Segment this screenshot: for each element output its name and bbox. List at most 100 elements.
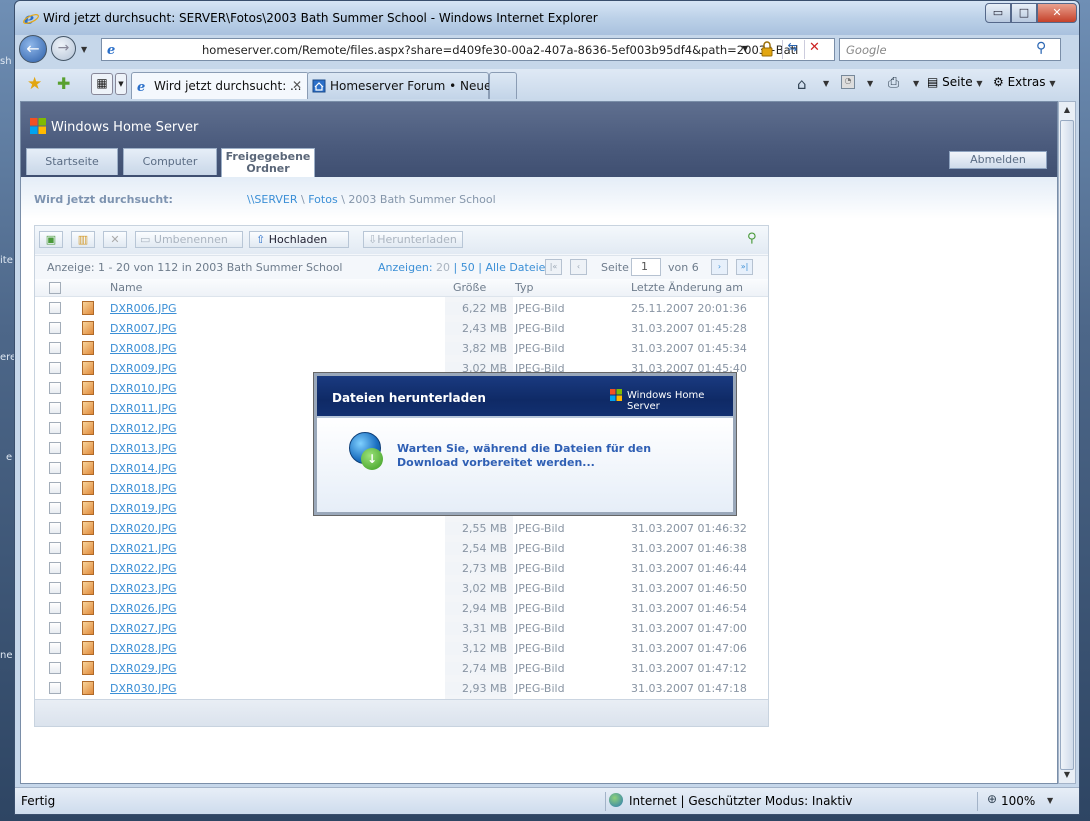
table-row[interactable]: DXR022.JPG 2,73 MB JPEG-Bild 31.03.2007 01:… xyxy=(35,558,768,578)
page-number-input[interactable]: 1 xyxy=(631,258,661,276)
scroll-up-icon[interactable]: ▲ xyxy=(1059,102,1075,118)
breadcrumb-share[interactable]: Fotos xyxy=(308,193,337,206)
file-name-link[interactable]: DXR011.JPG xyxy=(110,402,177,415)
table-row[interactable]: DXR008.JPG 3,82 MB JPEG-Bild 31.03.2007 01:… xyxy=(35,338,768,358)
file-name-link[interactable]: DXR030.JPG xyxy=(110,682,177,695)
row-checkbox[interactable] xyxy=(49,562,61,574)
table-row[interactable]: DXR030.JPG 2,93 MB JPEG-Bild 31.03.2007 01:… xyxy=(35,678,768,698)
vertical-scrollbar[interactable]: ▲ ▼ xyxy=(1058,101,1076,784)
file-name-link[interactable]: DXR023.JPG xyxy=(110,582,177,595)
close-window-button[interactable]: ✕ xyxy=(1037,3,1077,23)
row-checkbox[interactable] xyxy=(49,622,61,634)
feeds-dropdown-icon[interactable]: ▼ xyxy=(867,79,873,88)
table-row[interactable]: DXR006.JPG 6,22 MB JPEG-Bild 25.11.2007 20:… xyxy=(35,298,768,318)
row-checkbox[interactable] xyxy=(49,342,61,354)
file-name-link[interactable]: DXR010.JPG xyxy=(110,382,177,395)
file-name-link[interactable]: DXR012.JPG xyxy=(110,422,177,435)
prev-page-button[interactable]: ‹ xyxy=(570,259,587,275)
row-checkbox[interactable] xyxy=(49,582,61,594)
last-page-button[interactable]: »| xyxy=(736,259,753,275)
file-name-link[interactable]: DXR007.JPG xyxy=(110,322,177,335)
upload-button[interactable]: ⇧ Hochladen xyxy=(249,231,349,248)
address-text[interactable]: homeserver.com/Remote/files.aspx?share=d… xyxy=(202,43,798,57)
file-name-link[interactable]: DXR022.JPG xyxy=(110,562,177,575)
zoom-level[interactable]: 100% xyxy=(1001,794,1035,808)
row-checkbox[interactable] xyxy=(49,642,61,654)
feeds-icon[interactable]: ◔ xyxy=(841,75,855,89)
new-folder-button[interactable]: ▣ xyxy=(39,231,63,248)
search-icon[interactable]: ⚲ xyxy=(1036,40,1046,56)
select-all-checkbox[interactable] xyxy=(49,282,61,294)
row-checkbox[interactable] xyxy=(49,362,61,374)
file-name-link[interactable]: DXR026.JPG xyxy=(110,602,177,615)
address-dropdown-icon[interactable]: ▼ xyxy=(742,44,748,53)
row-checkbox[interactable] xyxy=(49,302,61,314)
file-name-link[interactable]: DXR019.JPG xyxy=(110,502,177,515)
new-tab-button[interactable] xyxy=(489,72,517,99)
page-size-20[interactable]: 20 xyxy=(436,261,450,274)
page-menu[interactable]: ▤ Seite ▼ xyxy=(927,75,983,89)
print-dropdown-icon[interactable]: ▼ xyxy=(913,79,919,88)
search-files-icon[interactable]: ⚲ xyxy=(747,231,757,246)
print-icon[interactable]: ⎙ xyxy=(888,75,899,91)
table-row[interactable]: DXR028.JPG 3,12 MB JPEG-Bild 31.03.2007 01:… xyxy=(35,638,768,658)
file-name-link[interactable]: DXR009.JPG xyxy=(110,362,177,375)
table-row[interactable]: DXR021.JPG 2,54 MB JPEG-Bild 31.03.2007 01:… xyxy=(35,538,768,558)
stop-icon[interactable]: ✕ xyxy=(804,40,824,59)
address-bar[interactable]: e homeserver.com/Remote/files.aspx?share… xyxy=(101,38,835,61)
tools-menu[interactable]: ⚙ Extras ▼ xyxy=(993,75,1056,89)
row-checkbox[interactable] xyxy=(49,402,61,414)
row-checkbox[interactable] xyxy=(49,522,61,534)
tab-shared-folders[interactable]: Freigegebene Ordner xyxy=(221,148,315,177)
column-type[interactable]: Typ xyxy=(515,281,534,294)
history-dropdown-icon[interactable]: ▼ xyxy=(81,45,87,54)
table-row[interactable]: DXR020.JPG 2,55 MB JPEG-Bild 31.03.2007 01:… xyxy=(35,518,768,538)
file-name-link[interactable]: DXR021.JPG xyxy=(110,542,177,555)
tab-home[interactable]: Startseite xyxy=(26,148,118,175)
table-row[interactable]: DXR007.JPG 2,43 MB JPEG-Bild 31.03.2007 01:… xyxy=(35,318,768,338)
delete-button[interactable]: ✕ xyxy=(103,231,127,248)
table-row[interactable]: DXR027.JPG 3,31 MB JPEG-Bild 31.03.2007 01:… xyxy=(35,618,768,638)
column-name[interactable]: Name xyxy=(110,281,142,294)
file-name-link[interactable]: DXR018.JPG xyxy=(110,482,177,495)
properties-button[interactable]: ▥ xyxy=(71,231,95,248)
row-checkbox[interactable] xyxy=(49,382,61,394)
add-favorites-icon[interactable]: ✚ xyxy=(57,74,70,93)
file-name-link[interactable]: DXR028.JPG xyxy=(110,642,177,655)
scroll-thumb[interactable] xyxy=(1060,120,1074,770)
row-checkbox[interactable] xyxy=(49,542,61,554)
lock-icon[interactable] xyxy=(760,41,774,57)
row-checkbox[interactable] xyxy=(49,322,61,334)
table-row[interactable]: DXR026.JPG 2,94 MB JPEG-Bild 31.03.2007 01:… xyxy=(35,598,768,618)
tab-computer[interactable]: Computer xyxy=(123,148,217,175)
scroll-down-icon[interactable]: ▼ xyxy=(1059,767,1075,783)
minimize-button[interactable]: ▭ xyxy=(985,3,1011,23)
file-name-link[interactable]: DXR020.JPG xyxy=(110,522,177,535)
search-input[interactable]: Google ⚲ xyxy=(839,38,1061,61)
tab-forum[interactable]: Homeserver Forum • Neue... xyxy=(307,72,503,99)
file-name-link[interactable]: DXR013.JPG xyxy=(110,442,177,455)
maximize-button[interactable]: □ xyxy=(1011,3,1037,23)
rename-button[interactable]: ▭ Umbenennen xyxy=(135,231,243,248)
column-size[interactable]: Größe xyxy=(453,281,486,294)
row-checkbox[interactable] xyxy=(49,602,61,614)
page-size-all[interactable]: Alle Dateien xyxy=(485,261,552,274)
page-size-50[interactable]: 50 xyxy=(461,261,475,274)
forward-button[interactable]: → xyxy=(51,36,76,61)
tab-current[interactable]: e Wird jetzt durchsucht: ... ✕ xyxy=(131,72,309,99)
zoom-dropdown-icon[interactable]: ▼ xyxy=(1047,796,1053,805)
row-checkbox[interactable] xyxy=(49,422,61,434)
security-zone[interactable]: Internet | Geschützter Modus: Inaktiv xyxy=(629,794,853,808)
logout-button[interactable]: Abmelden xyxy=(949,151,1047,169)
file-name-link[interactable]: DXR006.JPG xyxy=(110,302,177,315)
table-row[interactable]: DXR023.JPG 3,02 MB JPEG-Bild 31.03.2007 01:… xyxy=(35,578,768,598)
close-tab-icon[interactable]: ✕ xyxy=(292,78,302,92)
next-page-button[interactable]: › xyxy=(711,259,728,275)
row-checkbox[interactable] xyxy=(49,682,61,694)
table-row[interactable]: DXR029.JPG 2,74 MB JPEG-Bild 31.03.2007 01:… xyxy=(35,658,768,678)
row-checkbox[interactable] xyxy=(49,442,61,454)
row-checkbox[interactable] xyxy=(49,502,61,514)
home-dropdown-icon[interactable]: ▼ xyxy=(823,79,829,88)
file-name-link[interactable]: DXR027.JPG xyxy=(110,622,177,635)
download-button[interactable]: ⇩Herunterladen xyxy=(363,231,463,248)
